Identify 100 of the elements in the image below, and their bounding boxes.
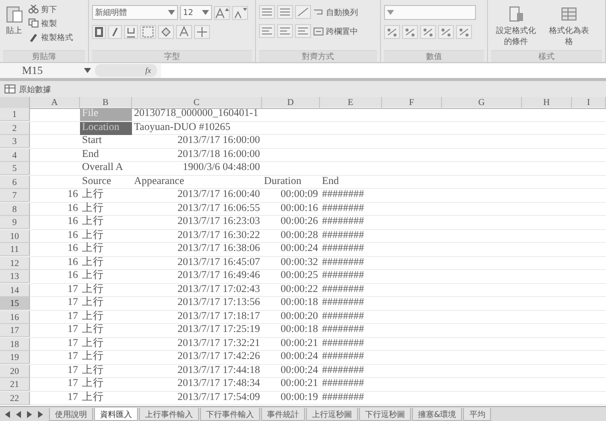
column-header[interactable]: C (132, 97, 262, 109)
wrap-icon[interactable] (313, 6, 324, 18)
row-header[interactable]: 10 (0, 230, 30, 242)
column-header[interactable]: E (320, 97, 382, 109)
dropdown-arrow-icon[interactable] (84, 68, 91, 73)
table-cell: 2013/7/17 17:48:34 (177, 378, 260, 390)
column-header[interactable]: D (262, 97, 320, 109)
row-header[interactable]: 16 (0, 310, 30, 324)
column-header[interactable]: I (572, 97, 606, 109)
row-header[interactable]: 6 (0, 176, 30, 188)
table-cell: 00:00:18 (280, 297, 318, 309)
border-icon[interactable] (140, 25, 156, 39)
sheet-tab[interactable]: 事件統計 (261, 408, 305, 420)
row-header[interactable]: 1 (0, 108, 30, 121)
workbook-title: 原始數據 (19, 84, 51, 94)
row-header[interactable]: 2 (0, 122, 30, 134)
dropdown-arrow-icon[interactable] (168, 10, 175, 15)
table-cell: 2013/7/17 17:25:19 (177, 324, 260, 336)
sheet-tab[interactable]: 下行事件輸入 (200, 408, 260, 420)
sheet-tab[interactable]: 下行逗秒圖 (359, 408, 411, 420)
table-cell: File (82, 108, 98, 120)
wrap-text-button[interactable]: 自動換列 (313, 6, 358, 18)
row-header[interactable]: 20 (0, 364, 30, 378)
clipboard-icon[interactable] (5, 5, 23, 23)
table-cell: 17 (68, 338, 78, 350)
column-header[interactable]: H (522, 97, 572, 109)
sheet-tab[interactable]: 上行逗秒圖 (306, 408, 358, 420)
row-header[interactable]: 12 (0, 256, 30, 270)
format-table-button[interactable]: 格式化為表格 (544, 3, 594, 50)
row-header[interactable]: 13 (0, 270, 30, 283)
scroll-last-icon[interactable] (37, 410, 44, 418)
row-header[interactable]: 7 (0, 189, 30, 202)
function-button[interactable]: fx (145, 66, 157, 75)
align-left-icon[interactable] (259, 24, 275, 38)
row-header[interactable]: 4 (0, 148, 30, 162)
row-header[interactable]: 19 (0, 351, 30, 364)
copy-icon[interactable] (28, 18, 39, 29)
table-cell: ######## (322, 270, 364, 282)
table-cell: 17 (68, 364, 78, 376)
table-cell: 17 (68, 351, 78, 363)
row-header[interactable]: 14 (0, 284, 30, 296)
table-cell: 16 (68, 243, 78, 255)
row-header[interactable]: 18 (0, 338, 30, 350)
scroll-next-icon[interactable] (26, 410, 33, 418)
column-header[interactable]: A (30, 97, 80, 109)
table-cell: 上行 (82, 256, 104, 268)
table-cell: 2013/7/17 16:49:46 (177, 270, 260, 282)
row-header[interactable]: 11 (0, 243, 30, 256)
row-header[interactable]: 8 (0, 202, 30, 216)
column-header[interactable]: F (382, 97, 442, 109)
fill-color-icon[interactable] (158, 25, 174, 39)
ribbon-button[interactable]: 複製 (28, 17, 73, 30)
merge-icon[interactable] (313, 26, 324, 36)
row-header[interactable]: 15 (0, 297, 30, 310)
table-cell: 2013/7/17 17:54:09 (177, 392, 260, 404)
font-dropdown[interactable]: 新細明體 (92, 5, 178, 20)
dropdown-arrow-icon[interactable] (202, 10, 209, 15)
column-header[interactable]: G (442, 97, 522, 109)
table-cell: 上行 (82, 364, 104, 376)
italic-icon[interactable] (108, 25, 122, 39)
table-cell: 上行 (82, 310, 104, 322)
table-cell: 2013/7/17 17:13:56 (177, 297, 260, 309)
row-header[interactable]: 22 (0, 392, 30, 404)
table-cell: 2013/7/17 17:42:26 (177, 351, 260, 363)
scroll-first-icon[interactable] (4, 410, 11, 418)
bold-icon[interactable] (92, 25, 106, 39)
workbook-icon[interactable] (4, 84, 16, 94)
paste-button[interactable]: 貼上 (3, 3, 25, 50)
row-header[interactable]: 21 (0, 378, 30, 391)
merge-center-button[interactable]: 跨欄置中 (313, 24, 358, 38)
sheet-tab[interactable]: 擁塞&環境 (412, 408, 462, 420)
ribbon-button[interactable]: 剪下 (28, 3, 73, 16)
table-cell: 上行 (82, 297, 104, 309)
grow-font-icon[interactable] (214, 6, 230, 20)
shrink-font-icon[interactable] (232, 6, 248, 20)
percent-icon[interactable] (402, 25, 418, 39)
row-header[interactable]: 9 (0, 216, 30, 229)
underline-icon[interactable] (124, 25, 138, 39)
table-icon[interactable] (560, 5, 578, 23)
table-cell: 00:00:21 (280, 338, 318, 350)
row-header[interactable]: 17 (0, 324, 30, 337)
font-color-icon[interactable] (176, 25, 192, 39)
font-size-dropdown[interactable]: 12 (180, 5, 212, 20)
sheet-tab[interactable]: 平均 (463, 408, 492, 420)
row-header[interactable]: 5 (0, 162, 30, 175)
scissors-icon[interactable] (28, 4, 39, 15)
name-box[interactable]: M15 (0, 64, 80, 76)
table-cell: 00:00:32 (280, 256, 318, 268)
sheet-tab[interactable]: 使用說明 (49, 408, 93, 420)
table-cell: 上行 (82, 230, 104, 242)
formula-input[interactable] (161, 64, 606, 78)
sheet-tab[interactable]: 資料匯入 (94, 408, 138, 420)
table-cell: 2013/7/17 16:38:06 (177, 243, 260, 255)
conditional-format-button[interactable]: 設定格式化的條件 (491, 3, 541, 50)
row-header[interactable]: 3 (0, 135, 30, 148)
sheet-tab[interactable]: 上行事件輸入 (139, 408, 199, 420)
table-cell: ######## (322, 378, 364, 390)
scroll-prev-icon[interactable] (15, 410, 22, 418)
ribbon-button[interactable]: 複製格式 (28, 31, 73, 44)
table-cell: ######## (322, 364, 364, 376)
